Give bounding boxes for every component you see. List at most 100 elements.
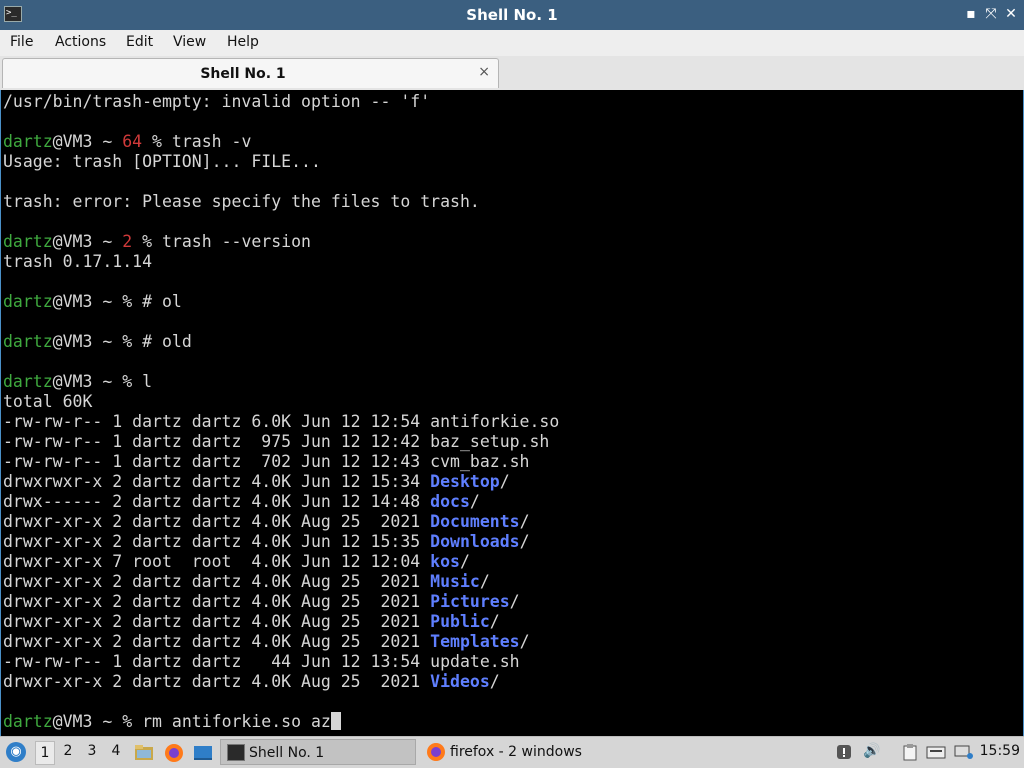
- prompt-symbol: %: [122, 292, 143, 311]
- ls-dir-slash: /: [469, 492, 480, 511]
- terminal-prompt-line: dartz@VM3 ~ 2 % trash --version: [3, 232, 559, 252]
- prompt-host: @VM3 ~: [52, 292, 123, 311]
- tab-bar: Shell No. 1 ×: [0, 56, 1024, 91]
- prompt-host: @VM3 ~: [52, 132, 123, 151]
- prompt-user: dartz: [3, 232, 53, 251]
- ls-entry: drwxrwxr-x 2 dartz dartz 4.0K Jun 12 15:…: [3, 472, 559, 492]
- ls-entry-name: kos: [430, 552, 460, 571]
- menu-edit[interactable]: Edit: [126, 34, 153, 50]
- ls-entry-name: Public: [430, 612, 490, 631]
- ls-entry-meta: drwxr-xr-x 2 dartz dartz 4.0K Aug 25 202…: [3, 612, 431, 631]
- terminal-prompt-line: dartz@VM3 ~ % rm antiforkie.so az: [3, 712, 559, 732]
- prompt-user: dartz: [3, 372, 53, 391]
- terminal-area[interactable]: /usr/bin/trash-empty: invalid option -- …: [0, 90, 1024, 736]
- terminal-prompt-line: dartz@VM3 ~ 64 % trash -v: [3, 132, 559, 152]
- ls-entry-meta: drwxr-xr-x 2 dartz dartz 4.0K Aug 25 202…: [3, 572, 431, 591]
- firefox-icon: [426, 742, 446, 766]
- terminal-output: /usr/bin/trash-empty: invalid option -- …: [3, 92, 559, 732]
- clock[interactable]: 15:59: [980, 743, 1020, 759]
- ls-dir-slash: /: [489, 612, 500, 631]
- menu-actions[interactable]: Actions: [55, 34, 106, 50]
- ls-entry: drwxr-xr-x 2 dartz dartz 4.0K Aug 25 202…: [3, 672, 559, 692]
- ls-entry-meta: -rw-rw-r-- 1 dartz dartz 6.0K Jun 12 12:…: [3, 412, 431, 431]
- ls-dir-slash: /: [519, 532, 530, 551]
- desktop-icon[interactable]: [193, 743, 213, 763]
- ls-dir-slash: /: [519, 632, 530, 651]
- terminal-output-line: /usr/bin/trash-empty: invalid option -- …: [3, 92, 431, 111]
- minimize-icon[interactable]: ▪: [962, 5, 980, 23]
- prompt-command: # old: [142, 332, 192, 351]
- ls-entry-meta: -rw-rw-r-- 1 dartz dartz 975 Jun 12 12:4…: [3, 432, 431, 451]
- start-menu-icon[interactable]: ◉: [6, 742, 26, 762]
- ls-entry-meta: -rw-rw-r-- 1 dartz dartz 44 Jun 12 13:54: [3, 652, 431, 671]
- terminal-prompt-line: dartz@VM3 ~ % l: [3, 372, 559, 392]
- workspace-3[interactable]: 3: [83, 743, 101, 759]
- ls-entry-name: update.sh: [430, 652, 520, 671]
- prompt-exit-status: 2: [122, 232, 143, 251]
- ls-entry: drwxr-xr-x 2 dartz dartz 4.0K Aug 25 202…: [3, 512, 559, 532]
- terminal-icon: [227, 744, 245, 761]
- network-icon[interactable]: [954, 743, 974, 763]
- terminal-cursor: [330, 712, 341, 730]
- ls-entry-meta: drwxr-xr-x 2 dartz dartz 4.0K Jun 12 15:…: [3, 532, 431, 551]
- prompt-symbol: %: [152, 132, 172, 151]
- ls-entry-meta: drwxr-xr-x 2 dartz dartz 4.0K Aug 25 202…: [3, 592, 431, 611]
- prompt-symbol: %: [142, 232, 162, 251]
- volume-icon[interactable]: 🔊: [862, 743, 882, 763]
- workspace-4[interactable]: 4: [107, 743, 125, 759]
- prompt-host: @VM3 ~: [52, 712, 123, 731]
- ls-entry-meta: drwxr-xr-x 2 dartz dartz 4.0K Aug 25 202…: [3, 672, 431, 691]
- prompt-command: # ol: [142, 292, 182, 311]
- ls-dir-slash: /: [519, 512, 530, 531]
- task-shell[interactable]: Shell No. 1: [220, 739, 416, 765]
- tab-close-icon[interactable]: ×: [478, 64, 490, 80]
- close-window-icon[interactable]: ✕: [1002, 5, 1020, 23]
- ls-entry-meta: drwx------ 2 dartz dartz 4.0K Jun 12 14:…: [3, 492, 431, 511]
- prompt-symbol: %: [122, 712, 143, 731]
- tab-shell-1[interactable]: Shell No. 1 ×: [2, 58, 499, 88]
- ls-dir-slash: /: [459, 552, 470, 571]
- notification-icon[interactable]: [834, 743, 854, 763]
- ls-dir-slash: /: [489, 672, 500, 691]
- menu-bar: File Actions Edit View Help: [0, 30, 1024, 56]
- terminal-output-line: trash: error: Please specify the files t…: [3, 192, 480, 211]
- terminal-prompt-line: dartz@VM3 ~ % # ol: [3, 292, 559, 312]
- ls-entry-name: Videos: [430, 672, 490, 691]
- menu-help[interactable]: Help: [227, 34, 259, 50]
- task-firefox[interactable]: firefox - 2 windows: [422, 739, 622, 765]
- ls-entry: drwxr-xr-x 2 dartz dartz 4.0K Aug 25 202…: [3, 612, 559, 632]
- ls-dir-slash: /: [509, 592, 520, 611]
- ls-entry: drwxr-xr-x 2 dartz dartz 4.0K Aug 25 202…: [3, 572, 559, 592]
- ls-entry-name: Music: [430, 572, 480, 591]
- prompt-command: trash -v: [171, 132, 252, 151]
- menu-view[interactable]: View: [173, 34, 206, 50]
- keyboard-icon[interactable]: [926, 743, 946, 763]
- prompt-command: trash --version: [161, 232, 311, 251]
- maximize-icon[interactable]: ⤧: [982, 5, 1000, 23]
- terminal-prompt-line: dartz@VM3 ~ % # old: [3, 332, 559, 352]
- prompt-exit-status: 64: [122, 132, 153, 151]
- workspace-2[interactable]: 2: [59, 743, 77, 759]
- clipboard-icon[interactable]: [900, 743, 920, 763]
- ls-entry-meta: -rw-rw-r-- 1 dartz dartz 702 Jun 12 12:4…: [3, 452, 431, 471]
- menu-file[interactable]: File: [10, 34, 33, 50]
- ls-entry-meta: drwxr-xr-x 7 root root 4.0K Jun 12 12:04: [3, 552, 431, 571]
- ls-entry-meta: drwxr-xr-x 2 dartz dartz 4.0K Aug 25 202…: [3, 632, 431, 651]
- ls-entry-meta: drwxrwxr-x 2 dartz dartz 4.0K Jun 12 15:…: [3, 472, 431, 491]
- task-label-shell: Shell No. 1: [249, 745, 325, 761]
- ls-entry: drwxr-xr-x 7 root root 4.0K Jun 12 12:04…: [3, 552, 559, 572]
- ls-entry-name: baz_setup.sh: [430, 432, 550, 451]
- ls-entry-name: Templates: [430, 632, 520, 651]
- workspace-1[interactable]: 1: [35, 741, 55, 765]
- file-manager-icon[interactable]: [134, 743, 154, 763]
- ls-entry: drwxr-xr-x 2 dartz dartz 4.0K Aug 25 202…: [3, 592, 559, 612]
- task-label-firefox: firefox - 2 windows: [450, 744, 582, 760]
- firefox-launcher-icon[interactable]: [164, 743, 184, 763]
- prompt-host: @VM3 ~: [52, 232, 123, 251]
